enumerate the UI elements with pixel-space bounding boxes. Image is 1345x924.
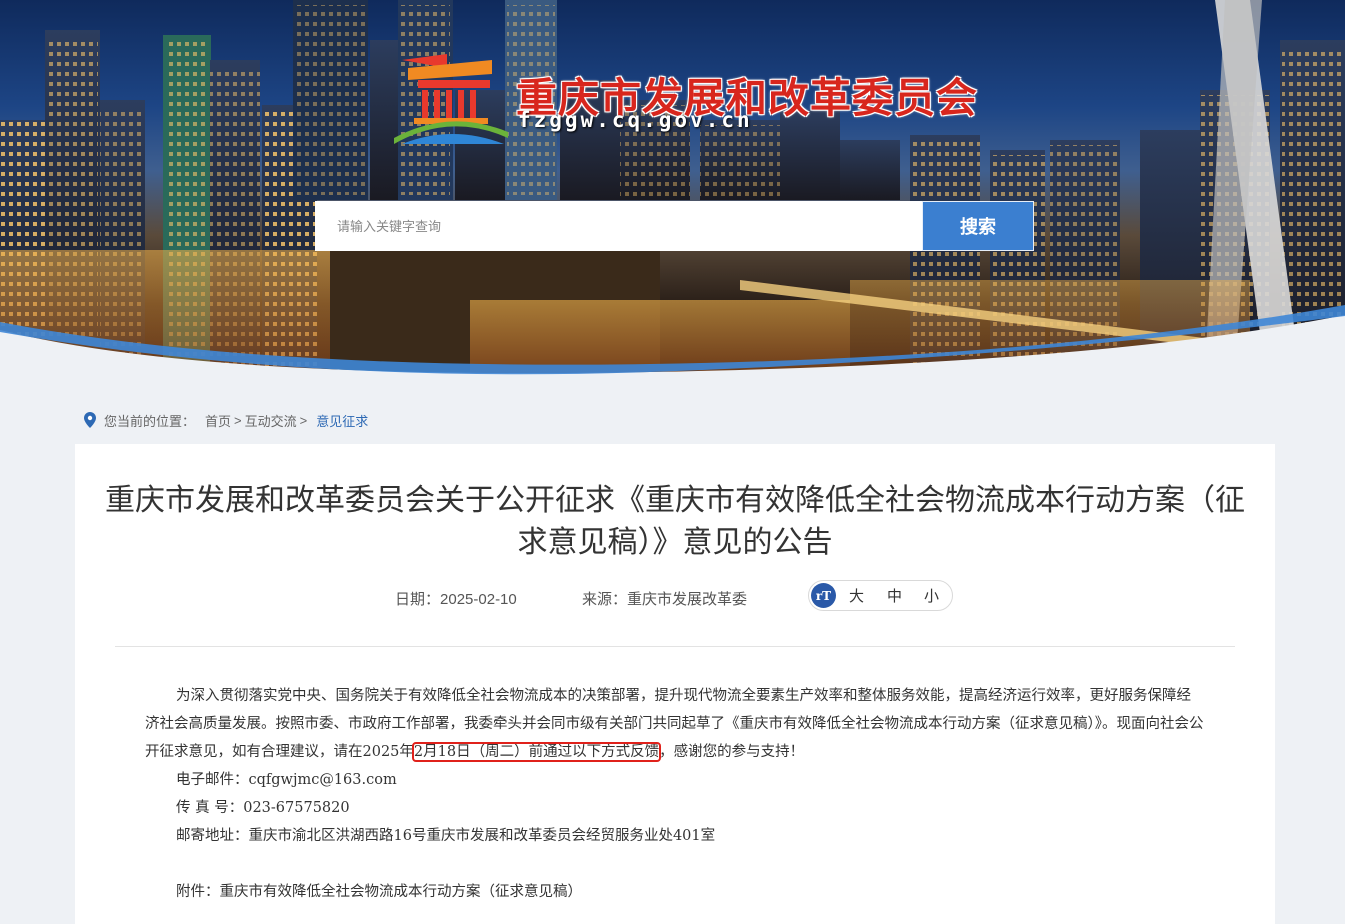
meta-divider xyxy=(115,646,1235,647)
site-logo-emblem xyxy=(394,54,508,144)
date-label: 日期： xyxy=(395,591,441,608)
date-value: 2025-02-10 xyxy=(440,591,517,608)
contact-email: 电子邮件：cqfgwjmc@163.com xyxy=(176,772,397,788)
source-label: 来源： xyxy=(582,591,628,608)
attachment-link[interactable]: 附件：重庆市有效降低全社会物流成本行动方案（征求意见稿） xyxy=(145,878,1205,906)
site-domain: fzggw.cq.gov.cn xyxy=(518,108,753,132)
contact-fax: 传 真 号：023-67575820 xyxy=(176,800,350,816)
city-skyline-image xyxy=(0,0,1345,380)
deadline-highlight: 2月18日（周二）前通过以下方式反馈 xyxy=(411,742,662,762)
font-size-medium-button[interactable]: 中 xyxy=(887,585,902,606)
article-body: 为深入贯彻落实党中央、国务院关于有效降低全社会物流成本的决策部署，提升现代物流全… xyxy=(145,682,1205,906)
source-value: 重庆市发展改革委 xyxy=(627,591,748,608)
font-size-control: rT 大 中 小 xyxy=(808,580,953,611)
article-card: 重庆市发展和改革委员会关于公开征求《重庆市有效降低全社会物流成本行动方案（征求意… xyxy=(75,444,1275,924)
breadcrumb-interaction-link[interactable]: 互动交流 xyxy=(245,411,297,430)
header-banner: 重庆市发展和改革委员会 fzggw.cq.gov.cn 搜索 xyxy=(0,0,1345,380)
article-source: 来源：重庆市发展改革委 xyxy=(582,588,747,609)
search-input[interactable] xyxy=(315,201,922,251)
breadcrumb-separator: > xyxy=(299,412,308,428)
font-size-small-button[interactable]: 小 xyxy=(924,585,939,606)
contact-address: 邮寄地址：重庆市渝北区洪湖西路16号重庆市发展和改革委员会经贸服务业处401室 xyxy=(176,828,716,844)
font-size-large-button[interactable]: 大 xyxy=(849,585,864,606)
font-size-icon: rT xyxy=(811,583,836,608)
breadcrumb-separator: > xyxy=(234,412,242,428)
article-title: 重庆市发展和改革委员会关于公开征求《重庆市有效降低全社会物流成本行动方案（征求意… xyxy=(105,483,1245,560)
breadcrumb-prefix: 您当前的位置： xyxy=(104,413,196,429)
breadcrumb-current-link[interactable]: 意见征求 xyxy=(316,411,368,430)
breadcrumb: 您当前的位置： 首页 > 互动交流 > 意见征求 xyxy=(84,410,368,430)
intro-text-end: ，感谢您的参与支持！ xyxy=(659,744,805,760)
article-meta: 日期：2025-02-10 来源：重庆市发展改革委 rT 大 中 小 xyxy=(75,580,1275,614)
location-pin-icon xyxy=(84,412,96,428)
intro-paragraph: 为深入贯彻落实党中央、国务院关于有效降低全社会物流成本的决策部署，提升现代物流全… xyxy=(145,682,1205,766)
search-button[interactable]: 搜索 xyxy=(922,201,1034,251)
article-date: 日期：2025-02-10 xyxy=(395,588,517,609)
breadcrumb-home-link[interactable]: 首页 xyxy=(205,411,231,430)
